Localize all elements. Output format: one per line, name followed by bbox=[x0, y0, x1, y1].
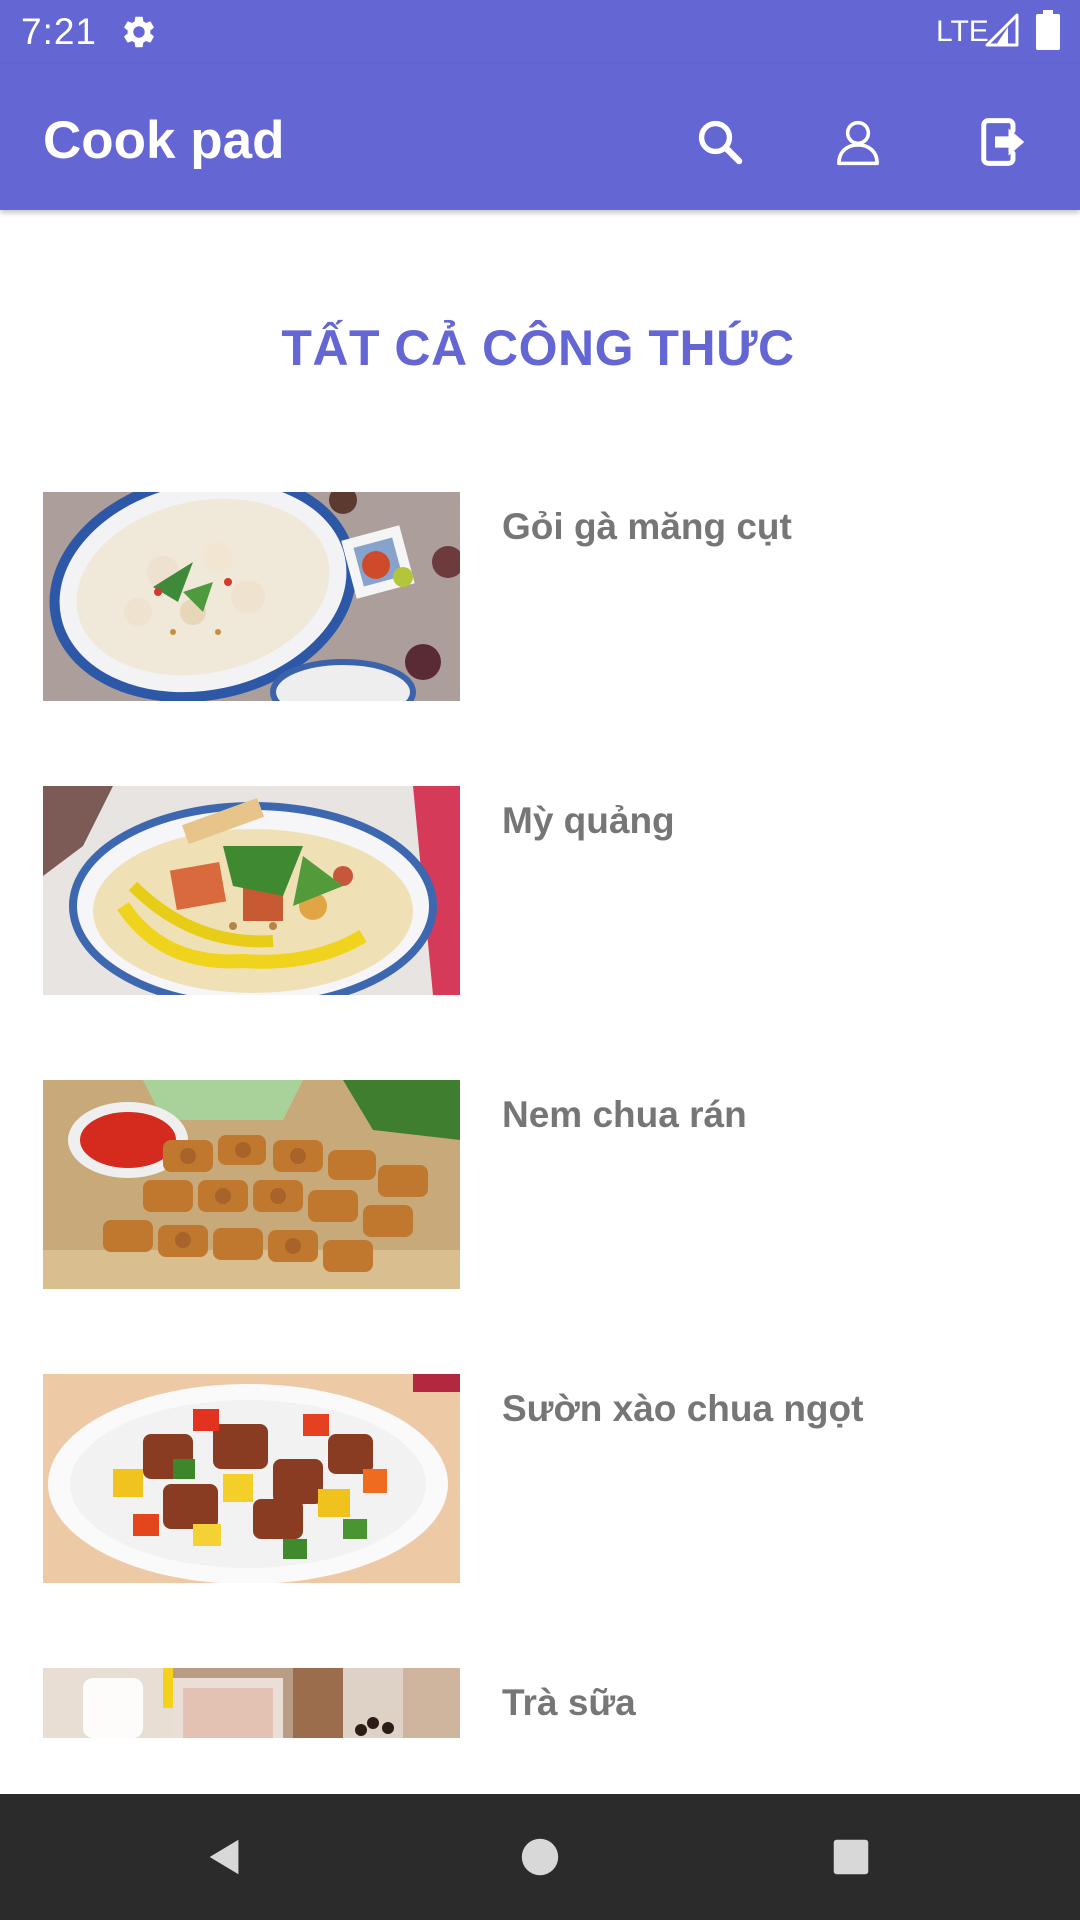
recipe-name: Nem chua rán bbox=[502, 1094, 747, 1135]
page-title: TẤT CẢ CÔNG THỨC bbox=[281, 320, 795, 376]
recipe-list[interactable]: Gỏi gà măng cụt Mỳ quảng Nem chua rán Sư… bbox=[0, 492, 1080, 1794]
account-button[interactable] bbox=[820, 104, 896, 180]
app-title: Cook pad bbox=[43, 111, 285, 170]
recipe-name: Mỳ quảng bbox=[502, 800, 675, 841]
recipe-name: Trà sữa bbox=[502, 1682, 636, 1723]
battery-icon bbox=[1036, 10, 1060, 50]
recents-icon bbox=[833, 1839, 869, 1875]
home-button[interactable] bbox=[504, 1821, 576, 1893]
settings-gear-icon bbox=[124, 16, 154, 48]
recipe-name: Sườn xào chua ngọt bbox=[502, 1388, 864, 1429]
app-bar: Cook pad bbox=[0, 64, 1080, 210]
recipe-list-screen: TẤT CẢ CÔNG THỨC Gỏi gà măng cụt Mỳ quản… bbox=[0, 210, 1080, 1794]
recipe-image-nem-chua-ran bbox=[43, 1080, 460, 1289]
recipe-image-goi-ga-mang-cut bbox=[43, 492, 460, 701]
recipe-item-my-quang[interactable]: Mỳ quảng bbox=[0, 786, 1080, 1080]
search-button[interactable] bbox=[682, 104, 758, 180]
status-time: 7:21 bbox=[21, 11, 98, 52]
logout-button[interactable] bbox=[966, 104, 1042, 180]
home-icon bbox=[521, 1838, 559, 1876]
status-bar: 7:21 LTE bbox=[0, 0, 1080, 64]
recipe-item-goi-ga-mang-cut[interactable]: Gỏi gà măng cụt bbox=[0, 492, 1080, 786]
recents-button[interactable] bbox=[815, 1821, 887, 1893]
back-icon bbox=[209, 1839, 239, 1875]
recipe-item-tra-sua[interactable]: Trà sữa bbox=[0, 1668, 1080, 1794]
back-button[interactable] bbox=[189, 1821, 261, 1893]
recipe-image-tra-sua bbox=[43, 1668, 460, 1738]
recipe-item-nem-chua-ran[interactable]: Nem chua rán bbox=[0, 1080, 1080, 1374]
search-icon bbox=[698, 120, 743, 165]
recipe-item-suon-xao-chua-ngot[interactable]: Sườn xào chua ngọt bbox=[0, 1374, 1080, 1668]
network-type-label: LTE bbox=[936, 15, 989, 48]
recipe-image-my-quang bbox=[43, 786, 460, 995]
account-icon bbox=[837, 120, 879, 166]
recipe-name: Gỏi gà măng cụt bbox=[502, 506, 792, 547]
system-navigation-bar bbox=[0, 1794, 1080, 1920]
recipe-image-suon-xao-chua-ngot bbox=[43, 1374, 460, 1583]
logout-icon bbox=[981, 118, 1025, 166]
cell-signal-icon bbox=[985, 13, 1019, 47]
